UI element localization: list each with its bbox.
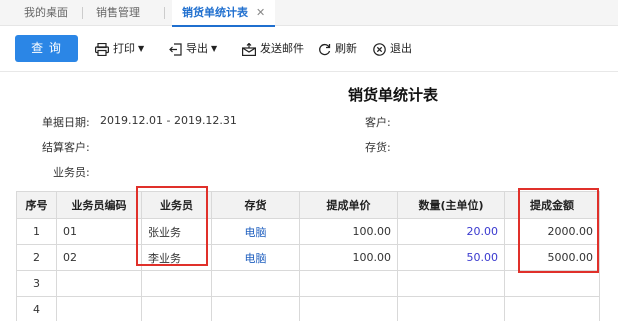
col-header-quantity[interactable]: 数量(主单位) [397, 191, 505, 219]
cell-salesman-code [56, 296, 142, 321]
cell-seq: 1 [16, 218, 57, 245]
cell-stock [211, 296, 300, 321]
col-header-salesman-code[interactable]: 业务员编码 [56, 191, 142, 219]
tab-sales-statistics[interactable]: 销货单统计表 ✕ [172, 0, 276, 27]
table-row: 3 [16, 270, 600, 297]
send-mail-button[interactable]: 发送邮件 [242, 41, 304, 57]
print-label: 打印 [113, 42, 135, 55]
mail-icon [242, 42, 256, 56]
refresh-icon [319, 43, 331, 55]
cell-salesman-code: 01 [56, 218, 142, 245]
table-header-row: 序号 业务员编码 业务员 存货 提成单价 数量(主单位) 提成金额 [16, 191, 600, 219]
tab-sales-management[interactable]: 销售管理 [86, 0, 150, 26]
chevron-down-icon: ▼ [211, 44, 218, 53]
cell-seq: 2 [16, 244, 57, 271]
cell-stock [211, 270, 300, 297]
col-header-amount[interactable]: 提成金额 [504, 191, 600, 219]
tab-label: 销售管理 [96, 6, 140, 19]
cell-salesman-code [56, 270, 142, 297]
cell-quantity [397, 296, 505, 321]
export-label: 导出 [186, 42, 208, 55]
query-button[interactable]: 查 询 [15, 35, 78, 62]
cell-amount: 5000.00 [504, 244, 600, 271]
chevron-down-icon: ▼ [138, 44, 145, 53]
exit-label: 退出 [390, 42, 412, 55]
printer-icon [95, 42, 109, 56]
cell-stock-link[interactable]: 电脑 [211, 244, 300, 271]
send-mail-label: 发送邮件 [260, 42, 304, 55]
date-label: 单据日期: [42, 116, 90, 129]
cell-salesman-code: 02 [56, 244, 142, 271]
cell-unit-price: 100.00 [299, 244, 398, 271]
tab-bar: 我的桌面 销售管理 销货单统计表 ✕ [0, 0, 618, 27]
salesman-label: 业务员: [53, 166, 90, 179]
cell-seq: 4 [16, 296, 57, 321]
export-icon [169, 42, 182, 56]
print-button[interactable]: 打印 ▼ [95, 41, 144, 57]
tab-divider [82, 7, 83, 19]
col-header-seq[interactable]: 序号 [16, 191, 57, 219]
col-header-salesman[interactable]: 业务员 [141, 191, 212, 219]
customer-label: 客户: [365, 116, 391, 129]
cell-unit-price [299, 296, 398, 321]
refresh-label: 刷新 [335, 42, 357, 55]
tab-my-desktop[interactable]: 我的桌面 [14, 0, 78, 26]
cell-stock-link[interactable]: 电脑 [211, 218, 300, 245]
cell-amount [504, 296, 600, 321]
tab-divider [164, 7, 165, 19]
cell-seq: 3 [16, 270, 57, 297]
col-header-unit-price[interactable]: 提成单价 [299, 191, 398, 219]
toolbar: 查 询 打印 ▼ 导出 ▼ 发送邮件 刷新 退出 [0, 26, 618, 72]
table-row[interactable]: 2 02 李业务 电脑 100.00 50.00 5000.00 [16, 244, 600, 271]
cell-quantity[interactable]: 20.00 [397, 218, 505, 245]
cell-salesman [141, 270, 212, 297]
tab-label: 销货单统计表 [182, 6, 248, 19]
exit-icon [373, 42, 386, 56]
cell-unit-price [299, 270, 398, 297]
tab-label: 我的桌面 [24, 6, 68, 19]
cell-amount [504, 270, 600, 297]
col-header-stock[interactable]: 存货 [211, 191, 300, 219]
statistics-table: 序号 业务员编码 业务员 存货 提成单价 数量(主单位) 提成金额 1 01 张… [16, 191, 600, 321]
stock-label: 存货: [365, 141, 391, 154]
cell-salesman: 张业务 [141, 218, 212, 245]
close-icon[interactable]: ✕ [256, 6, 265, 19]
cell-salesman [141, 296, 212, 321]
date-value: 2019.12.01 - 2019.12.31 [100, 114, 237, 127]
cell-amount: 2000.00 [504, 218, 600, 245]
cell-salesman: 李业务 [141, 244, 212, 271]
settle-customer-label: 结算客户: [42, 141, 90, 154]
exit-button[interactable]: 退出 [373, 41, 412, 57]
table-row[interactable]: 1 01 张业务 电脑 100.00 20.00 2000.00 [16, 218, 600, 245]
cell-quantity [397, 270, 505, 297]
report-title: 销货单统计表 [347, 86, 438, 104]
table-row: 4 [16, 296, 600, 321]
export-button[interactable]: 导出 ▼ [169, 41, 217, 57]
cell-quantity[interactable]: 50.00 [397, 244, 505, 271]
refresh-button[interactable]: 刷新 [318, 41, 357, 57]
cell-unit-price: 100.00 [299, 218, 398, 245]
